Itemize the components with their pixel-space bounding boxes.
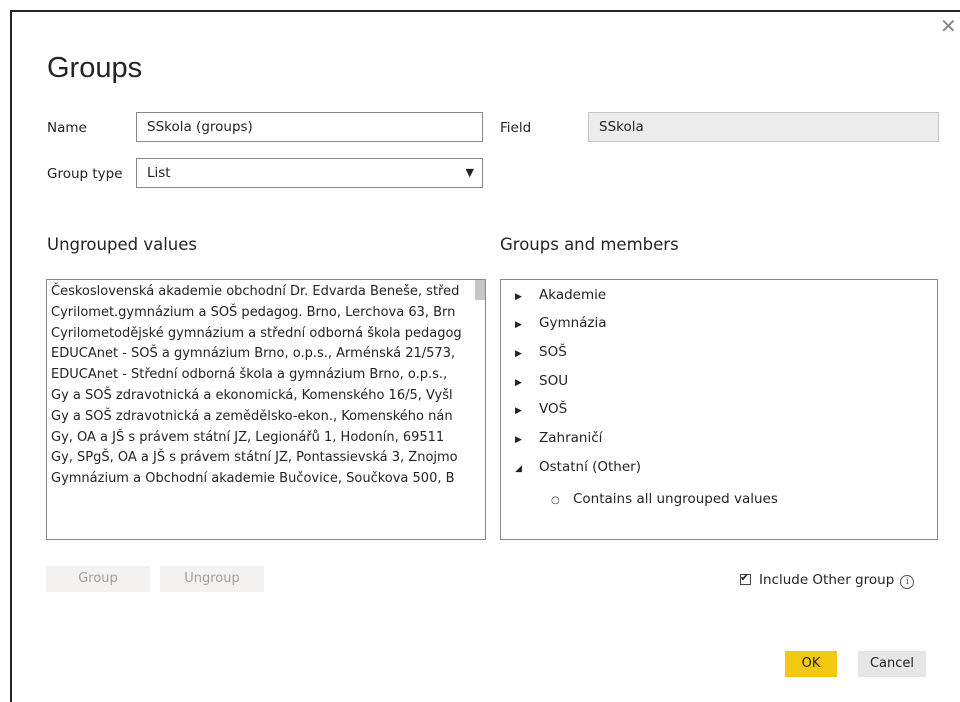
tree-item-akademie[interactable]: ▶ Akademie: [515, 285, 606, 305]
group-type-label: Group type: [47, 166, 123, 182]
tree-item-zahranici[interactable]: ▶ Zahraničí: [515, 428, 602, 448]
bullet-circle-icon: ○: [551, 495, 560, 506]
list-item[interactable]: Cyrilometodějské gymnázium a střední odb…: [47, 324, 475, 345]
groups-members-heading: Groups and members: [500, 235, 679, 254]
groups-tree: ▶ Akademie ▶ Gymnázia ▶ SOŠ ▶ SOU ▶ VOŠ ▶ Zahr…: [500, 279, 938, 540]
tree-item-label: SOU: [539, 373, 569, 389]
tree-subitem-label: Contains all ungrouped values: [573, 491, 778, 507]
tree-item-vos[interactable]: ▶ VOŠ: [515, 399, 567, 419]
triangle-right-icon[interactable]: ▶: [515, 344, 529, 364]
name-label: Name: [47, 120, 87, 136]
tree-item-label: Gymnázia: [539, 315, 607, 331]
list-item[interactable]: Gymnázium a Obchodní akademie Bučovice, …: [47, 469, 475, 490]
list-scrollbar[interactable]: [475, 280, 485, 300]
dialog-title: Groups: [47, 52, 143, 84]
list-item[interactable]: EDUCAnet - Střední odborná škola a gymná…: [47, 365, 475, 386]
group-type-value: List: [147, 165, 171, 181]
close-icon[interactable]: ✕: [940, 16, 960, 36]
list-item[interactable]: Československá akademie obchodní Dr. Edv…: [47, 282, 475, 303]
cancel-button[interactable]: Cancel: [858, 651, 926, 677]
name-input[interactable]: SSkola (groups): [136, 112, 483, 142]
tree-item-sos[interactable]: ▶ SOŠ: [515, 342, 567, 362]
info-icon[interactable]: i: [900, 575, 915, 589]
tree-subitem-other[interactable]: ○ Contains all ungrouped values: [551, 491, 778, 507]
ungroup-button[interactable]: Ungroup: [160, 566, 264, 592]
list-item[interactable]: Gy, SPgŠ, OA a JŠ s právem státní JZ, Po…: [47, 448, 475, 469]
list-item[interactable]: Gy a SOŠ zdravotnická a ekonomická, Kome…: [47, 386, 475, 407]
field-value: SSkola: [588, 112, 939, 142]
triangle-down-icon[interactable]: ◢: [515, 459, 529, 479]
tree-item-sou[interactable]: ▶ SOU: [515, 371, 568, 391]
list-item[interactable]: EDUCAnet - SOŠ a gymnázium Brno, o.p.s.,…: [47, 344, 475, 365]
triangle-right-icon[interactable]: ▶: [515, 287, 529, 307]
chevron-down-icon: ▼: [465, 166, 474, 179]
ungrouped-values-list[interactable]: Československá akademie obchodní Dr. Edv…: [46, 279, 486, 540]
tree-item-gymnazia[interactable]: ▶ Gymnázia: [515, 313, 607, 333]
ok-button[interactable]: OK: [785, 651, 837, 677]
triangle-right-icon[interactable]: ▶: [515, 373, 529, 393]
tree-item-label: Ostatní (Other): [539, 459, 641, 475]
triangle-right-icon[interactable]: ▶: [515, 315, 529, 335]
group-button[interactable]: Group: [46, 566, 150, 592]
tree-item-label: Zahraničí: [539, 430, 603, 446]
group-type-select[interactable]: List ▼: [136, 158, 483, 188]
tree-item-ostatni[interactable]: ◢ Ostatní (Other): [515, 457, 641, 477]
include-other-label: Include Other group: [759, 572, 895, 588]
triangle-right-icon[interactable]: ▶: [515, 430, 529, 450]
tree-item-label: SOŠ: [539, 344, 567, 360]
ungrouped-values-heading: Ungrouped values: [47, 235, 197, 254]
checkmark-icon: ✔: [740, 571, 750, 584]
include-other-option[interactable]: ✔ Include Other group i: [740, 571, 915, 589]
triangle-right-icon[interactable]: ▶: [515, 401, 529, 421]
list-item[interactable]: Gy a SOŠ zdravotnická a zemědělsko-ekon.…: [47, 407, 475, 428]
tree-item-label: VOŠ: [539, 401, 568, 417]
list-item[interactable]: Gy, OA a JŠ s právem státní JZ, Legionář…: [47, 428, 475, 449]
include-other-checkbox[interactable]: ✔: [740, 571, 751, 585]
list-item[interactable]: Cyrilomet.gymnázium a SOŠ pedagog. Brno,…: [47, 303, 475, 324]
field-label: Field: [500, 120, 532, 136]
tree-item-label: Akademie: [539, 287, 607, 303]
